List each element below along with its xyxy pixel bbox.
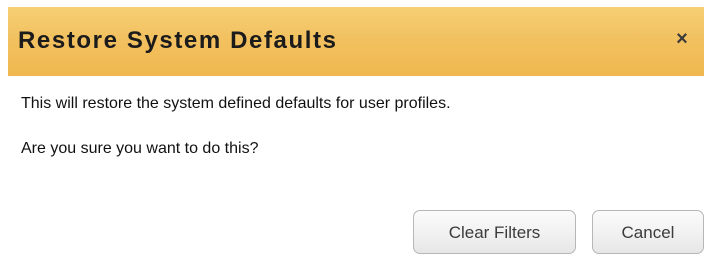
dialog-titlebar: Restore System Defaults × <box>8 7 704 76</box>
restore-defaults-dialog: Restore System Defaults × This will rest… <box>0 0 704 254</box>
dialog-message-line-2: Are you sure you want to do this? <box>21 140 259 157</box>
dialog-message-line-1: This will restore the system defined def… <box>21 95 451 112</box>
clear-filters-button[interactable]: Clear Filters <box>413 210 576 254</box>
dialog-title: Restore System Defaults <box>18 27 338 54</box>
cancel-button[interactable]: Cancel <box>592 210 704 254</box>
close-icon[interactable]: × <box>672 29 692 49</box>
